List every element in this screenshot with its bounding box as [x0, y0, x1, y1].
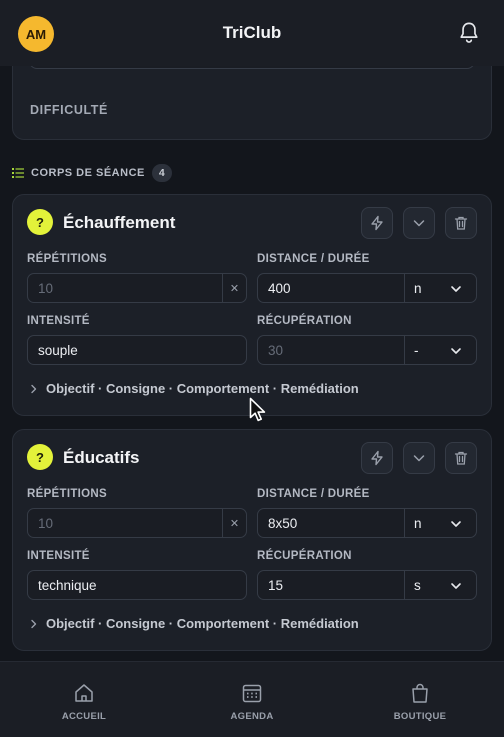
repetitions-label: RÉPÉTITIONS	[27, 253, 107, 265]
repetitions-input[interactable]: 10 ✕	[27, 508, 247, 538]
recovery-input[interactable]: 15 s	[257, 570, 477, 600]
distance-input[interactable]: 400 n	[257, 273, 477, 303]
intensity-input[interactable]: technique	[27, 570, 247, 600]
mouse-cursor-icon	[249, 397, 266, 422]
chevron-down-icon	[451, 348, 461, 354]
details-expander[interactable]: Objectif · Consigne · Comportement · Rem…	[29, 381, 359, 396]
intensity-label: INTENSITÉ	[27, 315, 90, 327]
content-scroll[interactable]: DIFFICULTÉ CORPS DE SÉANCE 4 ? Échauffem…	[0, 66, 504, 661]
repetitions-placeholder: 10	[38, 515, 54, 531]
count-badge: 4	[151, 164, 172, 182]
recovery-unit-select[interactable]: s	[404, 571, 476, 599]
repetitions-input[interactable]: 10 ✕	[27, 273, 247, 303]
distance-value: 8x50	[268, 515, 298, 531]
delete-button[interactable]	[445, 207, 477, 239]
category-badge: ?	[27, 209, 53, 235]
home-icon	[75, 684, 93, 702]
distance-unit-select[interactable]: n	[404, 274, 476, 302]
shopping-bag-icon	[412, 683, 428, 703]
distance-unit-select[interactable]: n	[404, 509, 476, 537]
trash-icon	[454, 451, 468, 465]
repetitions-label: RÉPÉTITIONS	[27, 488, 107, 500]
intensity-value: technique	[38, 577, 97, 593]
chevron-down-icon	[451, 286, 461, 292]
details-expander[interactable]: Objectif · Consigne · Comportement · Rem…	[29, 616, 359, 631]
recovery-placeholder: 30	[268, 342, 284, 358]
app-title: TriClub	[222, 23, 282, 42]
quick-action-button[interactable]	[361, 207, 393, 239]
exercise-block: ? Échauffement RÉPÉTITIONS 10 ✕ DISTANCE…	[12, 194, 492, 416]
difficulty-label: DIFFICULTÉ	[30, 103, 108, 117]
clear-icon[interactable]: ✕	[222, 509, 246, 537]
recovery-unit-value: s	[414, 577, 421, 593]
nav-item-boutique[interactable]: BOUTIQUE	[370, 682, 470, 722]
recovery-unit-value: -	[414, 342, 419, 358]
chevron-down-icon	[451, 521, 461, 527]
top-bar: AM TriClub	[0, 0, 504, 66]
nav-label: BOUTIQUE	[393, 711, 447, 722]
distance-unit-value: n	[414, 280, 422, 296]
avatar[interactable]: AM	[18, 16, 54, 52]
distance-label: DISTANCE / DURÉE	[257, 253, 370, 265]
quick-action-button[interactable]	[361, 442, 393, 474]
expander-label: Objectif · Consigne · Comportement · Rem…	[46, 381, 359, 396]
distance-unit-value: n	[414, 515, 422, 531]
chevron-right-icon	[31, 384, 37, 393]
nav-item-agenda[interactable]: AGENDA	[202, 682, 302, 722]
clear-icon[interactable]: ✕	[222, 274, 246, 302]
delete-button[interactable]	[445, 442, 477, 474]
intensity-value: souple	[38, 342, 78, 358]
nav-item-accueil[interactable]: ACCUEIL	[34, 682, 134, 722]
intensity-input[interactable]: souple	[27, 335, 247, 365]
bell-icon[interactable]	[458, 21, 480, 45]
bottom-nav: ACCUEIL AGENDA BOUTIQUE	[0, 661, 504, 737]
section-title: CORPS DE SÉANCE	[31, 167, 145, 179]
exercise-block: ? Éducatifs RÉPÉTITIONS 10 ✕ DISTANCE / …	[12, 429, 492, 651]
recovery-label: RÉCUPÉRATION	[257, 550, 352, 562]
block-title: Éducatifs	[63, 448, 140, 467]
description-textarea[interactable]	[29, 66, 475, 69]
list-icon	[12, 168, 24, 178]
nav-label: AGENDA	[230, 711, 274, 722]
recovery-input[interactable]: 30 -	[257, 335, 477, 365]
session-info-card: DIFFICULTÉ	[12, 66, 492, 140]
distance-label: DISTANCE / DURÉE	[257, 488, 370, 500]
trash-icon	[454, 216, 468, 230]
expander-label: Objectif · Consigne · Comportement · Rem…	[46, 616, 359, 631]
intensity-label: INTENSITÉ	[27, 550, 90, 562]
chevron-down-icon	[413, 455, 425, 462]
chevron-down-icon	[413, 220, 425, 227]
chevron-down-icon	[451, 583, 461, 589]
repetitions-placeholder: 10	[38, 280, 54, 296]
lightning-icon	[371, 450, 383, 466]
section-header: CORPS DE SÉANCE 4	[12, 164, 172, 182]
recovery-value: 15	[268, 577, 284, 593]
distance-value: 400	[268, 280, 291, 296]
category-badge: ?	[27, 444, 53, 470]
lightning-icon	[371, 215, 383, 231]
distance-input[interactable]: 8x50 n	[257, 508, 477, 538]
collapse-button[interactable]	[403, 442, 435, 474]
chevron-right-icon	[31, 619, 37, 628]
nav-label: ACCUEIL	[61, 711, 107, 722]
collapse-button[interactable]	[403, 207, 435, 239]
recovery-unit-select[interactable]: -	[404, 336, 476, 364]
block-title: Échauffement	[63, 213, 176, 232]
recovery-label: RÉCUPÉRATION	[257, 315, 352, 327]
calendar-icon	[242, 684, 262, 703]
